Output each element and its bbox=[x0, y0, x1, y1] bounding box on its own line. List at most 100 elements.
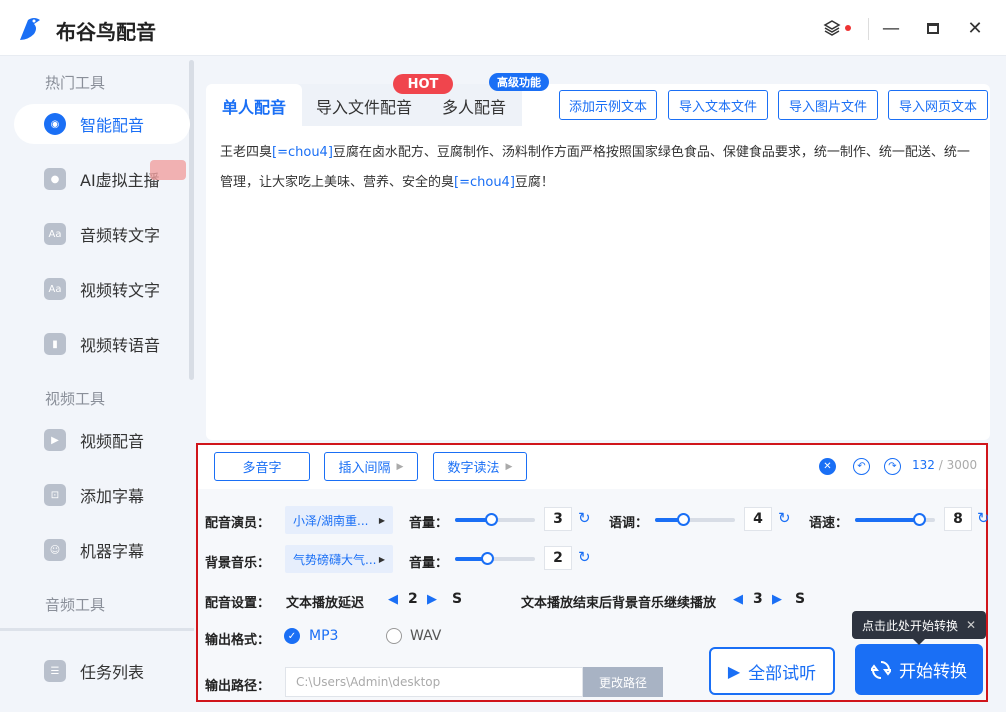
volume-value[interactable]: 3 bbox=[544, 507, 572, 531]
minimize-icon[interactable]: — bbox=[877, 14, 905, 42]
pinyin-mark: [=chou4] bbox=[454, 175, 515, 190]
sidebar-item-video-to-voice[interactable]: ▮ 视频转语音 bbox=[14, 324, 190, 364]
caret-right-icon: ▶ bbox=[396, 461, 404, 472]
voice-icon: ◉ bbox=[44, 113, 66, 135]
number-reading-button[interactable]: 数字读法 ▶ bbox=[433, 452, 527, 481]
tooltip-tail bbox=[912, 638, 926, 645]
speed-value[interactable]: 8 bbox=[944, 507, 972, 531]
char-count: 132 bbox=[912, 458, 935, 472]
tab-single-dub[interactable]: 单人配音 bbox=[222, 94, 286, 118]
reset-icon[interactable]: ↻ bbox=[778, 509, 791, 527]
close-icon[interactable]: ✕ bbox=[961, 14, 989, 42]
sidebar-item-label: 音频转文字 bbox=[80, 226, 161, 245]
audio-text-icon: Aa bbox=[44, 223, 66, 245]
volume-slider[interactable] bbox=[455, 513, 535, 526]
wav-label: WAV bbox=[410, 628, 442, 644]
polyphone-button[interactable]: 多音字 bbox=[214, 452, 310, 481]
start-convert-label: 开始转换 bbox=[899, 662, 967, 682]
slider-knob[interactable] bbox=[677, 513, 690, 526]
increase-icon[interactable]: ▶ bbox=[772, 592, 782, 607]
advanced-badge: 高级功能 bbox=[489, 73, 549, 91]
maximize-icon[interactable] bbox=[919, 14, 947, 42]
wav-radio[interactable] bbox=[386, 628, 402, 644]
config-label: 配音设置： bbox=[205, 596, 271, 611]
hot-badge: HOT bbox=[393, 74, 453, 94]
change-path-button[interactable]: 更改路径 bbox=[583, 667, 663, 697]
layers-icon[interactable] bbox=[818, 14, 846, 42]
clear-icon[interactable]: ✕ bbox=[819, 458, 836, 475]
insert-pause-button[interactable]: 插入间隔 ▶ bbox=[324, 452, 418, 481]
app-title: 布谷鸟配音 bbox=[56, 20, 156, 44]
voice-label: 配音演员： bbox=[205, 516, 271, 531]
sidebar-group-video: 视频工具 bbox=[45, 390, 106, 408]
insert-pause-label: 插入间隔 bbox=[338, 461, 391, 476]
char-max: / 3000 bbox=[938, 458, 978, 472]
sidebar-item-add-subtitle[interactable]: ⊡ 添加字幕 bbox=[14, 475, 190, 515]
preview-all-button[interactable]: ▶ 全部试听 bbox=[709, 647, 835, 695]
tone-label: 语调： bbox=[609, 516, 649, 531]
mp3-radio[interactable]: ✓ bbox=[284, 628, 300, 644]
bgm-continue-value: 3 bbox=[753, 591, 763, 607]
bgm-volume-slider[interactable] bbox=[455, 552, 535, 565]
sidebar-item-label: 视频转语音 bbox=[80, 336, 161, 355]
robot-icon: ☺ bbox=[44, 539, 66, 561]
undo-icon[interactable]: ↶ bbox=[853, 458, 870, 475]
start-convert-button[interactable]: 开始转换 bbox=[855, 644, 983, 695]
sidebar-item-video-to-text[interactable]: Aa 视频转文字 bbox=[14, 269, 190, 309]
sidebar-item-task-list[interactable]: ☰ 任务列表 bbox=[14, 651, 190, 691]
sidebar-item-audio-to-text[interactable]: Aa 音频转文字 bbox=[14, 214, 190, 254]
sidebar-item-machine-subtitle[interactable]: ☺ 机器字幕 bbox=[14, 530, 190, 570]
sidebar-item-label: 视频转文字 bbox=[80, 281, 161, 300]
caret-right-icon: ▶ bbox=[378, 515, 385, 525]
reset-icon[interactable]: ↻ bbox=[578, 548, 591, 566]
play-icon: ▶ bbox=[727, 661, 741, 681]
import-web-text-button[interactable]: 导入网页文本 bbox=[888, 90, 988, 120]
bgm-volume-label: 音量： bbox=[409, 556, 449, 571]
tab-multi-dub[interactable]: 多人配音 bbox=[442, 94, 506, 118]
sidebar-item-label: 机器字幕 bbox=[80, 542, 145, 561]
decrease-icon[interactable]: ◀ bbox=[733, 592, 743, 607]
sidebar-item-label: AI虚拟主播 bbox=[80, 171, 160, 190]
video-dub-icon: ▶ bbox=[44, 429, 66, 451]
volume-label: 音量： bbox=[409, 516, 449, 531]
tone-value[interactable]: 4 bbox=[744, 507, 772, 531]
redo-icon[interactable]: ↷ bbox=[884, 458, 901, 475]
slider-knob[interactable] bbox=[485, 513, 498, 526]
reset-icon[interactable]: ↻ bbox=[578, 509, 591, 527]
import-image-file-button[interactable]: 导入图片文件 bbox=[778, 90, 878, 120]
sidebar-item-label: 智能配音 bbox=[80, 116, 145, 135]
speed-label: 语速： bbox=[809, 516, 849, 531]
tooltip-close-icon[interactable]: ✕ bbox=[966, 618, 976, 632]
convert-icon bbox=[871, 660, 891, 679]
text-editor[interactable]: 王老四臭[=chou4]豆腐在卤水配方、豆腐制作、汤料制作方面严格按照国家绿色食… bbox=[220, 138, 976, 198]
tone-slider[interactable] bbox=[655, 513, 735, 526]
bgm-continue-unit: S bbox=[795, 591, 806, 607]
number-reading-label: 数字读法 bbox=[447, 461, 500, 476]
import-text-file-button[interactable]: 导入文本文件 bbox=[668, 90, 768, 120]
speed-slider[interactable] bbox=[855, 513, 935, 526]
sidebar-item-label: 添加字幕 bbox=[80, 487, 145, 506]
sidebar-item-video-dub[interactable]: ▶ 视频配音 bbox=[14, 420, 190, 460]
bgm-select-value: 气势磅礴大气... bbox=[293, 552, 377, 567]
sidebar-item-smart-dub[interactable]: ◉ 智能配音 bbox=[14, 104, 190, 144]
notification-dot bbox=[845, 25, 851, 31]
bgm-volume-value[interactable]: 2 bbox=[544, 546, 572, 570]
slider-knob[interactable] bbox=[481, 552, 494, 565]
caret-right-icon: ▶ bbox=[505, 461, 513, 472]
bgm-continue-label: 文本播放结束后背景音乐继续播放 bbox=[521, 596, 717, 611]
path-label: 输出路径： bbox=[205, 679, 271, 694]
reset-icon[interactable]: ↻ bbox=[977, 509, 990, 527]
output-path-input[interactable]: C:\Users\Admin\desktop bbox=[285, 667, 583, 697]
increase-icon[interactable]: ▶ bbox=[427, 592, 437, 607]
slider-knob[interactable] bbox=[913, 513, 926, 526]
add-sample-text-button[interactable]: 添加示例文本 bbox=[559, 90, 657, 120]
bgm-select[interactable]: 气势磅礴大气... ▶ bbox=[285, 545, 393, 573]
app-logo-icon bbox=[20, 18, 40, 40]
voice-select[interactable]: 小泽/湖南重... ▶ bbox=[285, 506, 393, 534]
video-text-icon: Aa bbox=[44, 278, 66, 300]
tab-import-file-dub[interactable]: 导入文件配音 bbox=[316, 94, 412, 118]
sidebar-divider bbox=[0, 628, 194, 631]
voice-select-value: 小泽/湖南重... bbox=[293, 513, 369, 528]
decrease-icon[interactable]: ◀ bbox=[388, 592, 398, 607]
editor-text: 豆腐！ bbox=[514, 175, 554, 190]
